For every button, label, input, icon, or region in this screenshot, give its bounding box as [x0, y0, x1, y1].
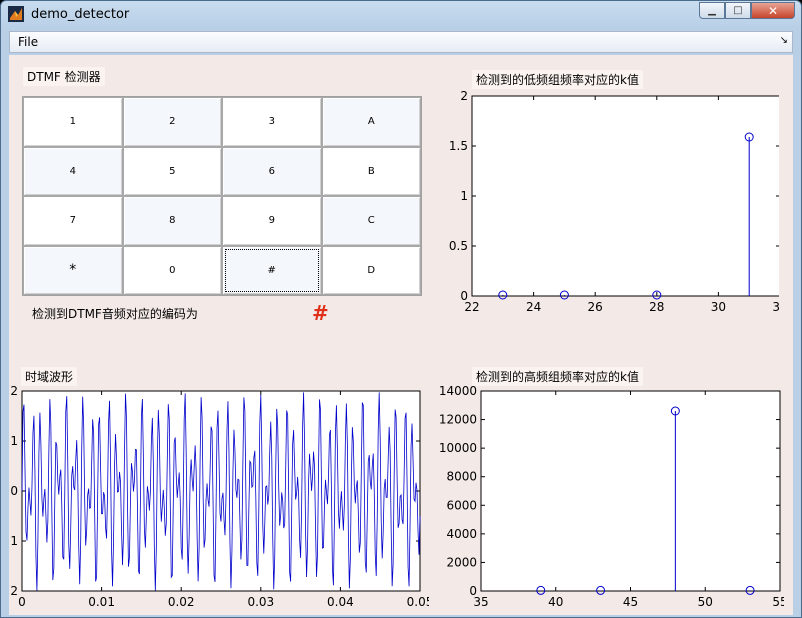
x-tick-label: 0.04: [327, 595, 354, 609]
key-B[interactable]: B: [321, 146, 421, 196]
title-bar[interactable]: demo_detector ▁ □ ✕: [1, 1, 801, 29]
detected-code: #: [312, 301, 329, 325]
dtmf-panel-title: DTMF 检测器: [23, 67, 105, 86]
menu-bar: File ↘: [9, 31, 793, 53]
y-tick-label: 2: [10, 385, 18, 398]
waveform-title: 时域波形: [21, 367, 78, 386]
menu-file[interactable]: File: [18, 35, 38, 49]
y-tick-label: 0: [469, 584, 477, 598]
matlab-icon: [8, 6, 24, 22]
y-tick-label: 0: [10, 484, 18, 498]
low-plot-title: 检测到的低频组频率对应的k值: [472, 70, 643, 89]
high-plot-title: 检测到的高频组频率对应的k值: [472, 367, 643, 386]
y-tick-label: 10000: [439, 441, 477, 455]
close-button[interactable]: ✕: [751, 2, 795, 19]
figure-area: DTMF 检测器 1 2 3 A 4 5 6 B 7 8 9 C * 0 # D 检测到DTMF音频对应的编码…: [9, 55, 793, 615]
x-tick-label: 45: [623, 595, 638, 609]
low-k-chart: 22242628303200.511.52: [449, 89, 779, 314]
y-tick-label: 6000: [446, 498, 477, 512]
plot-area: [471, 95, 779, 297]
x-tick-label: 26: [588, 300, 603, 314]
y-tick-label: 1: [10, 534, 18, 548]
key-8[interactable]: 8: [122, 196, 222, 246]
y-tick-label: 2: [10, 584, 18, 598]
x-tick-label: 0: [18, 595, 26, 609]
x-tick-label: 50: [698, 595, 713, 609]
key-1[interactable]: 1: [23, 97, 123, 147]
y-tick-label: 1: [10, 434, 18, 448]
key-hash[interactable]: #: [222, 245, 322, 295]
high-k-chart: 3540455055020004000600080001000012000140…: [439, 385, 784, 609]
y-tick-label: 1.5: [449, 139, 468, 153]
key-2[interactable]: 2: [122, 97, 222, 147]
key-0[interactable]: 0: [122, 245, 222, 295]
y-tick-label: 8000: [446, 470, 477, 484]
key-5[interactable]: 5: [122, 146, 222, 196]
x-tick-label: 0.02: [168, 595, 195, 609]
window-title: demo_detector: [31, 7, 130, 22]
y-tick-label: 2000: [446, 555, 477, 569]
x-tick-label: 55: [772, 595, 784, 609]
toolbar-toggle-icon[interactable]: ↘: [780, 35, 788, 46]
code-label: 检测到DTMF音频对应的编码为: [32, 307, 198, 321]
key-C[interactable]: C: [321, 196, 421, 246]
x-tick-label: 28: [649, 300, 664, 314]
key-A[interactable]: A: [321, 97, 421, 147]
key-3[interactable]: 3: [222, 97, 322, 147]
waveform-chart: 00.010.020.030.040.0521012: [10, 385, 429, 609]
x-tick-label: 32: [772, 300, 779, 314]
plot-area: [21, 390, 421, 592]
key-D[interactable]: D: [321, 245, 421, 295]
y-tick-label: 4000: [446, 527, 477, 541]
x-tick-label: 40: [548, 595, 563, 609]
x-tick-label: 0.01: [88, 595, 115, 609]
y-tick-label: 1: [460, 189, 468, 203]
key-7[interactable]: 7: [23, 196, 123, 246]
y-tick-label: 0: [460, 289, 468, 303]
y-tick-label: 2: [460, 89, 468, 103]
x-tick-label: 30: [711, 300, 726, 314]
y-tick-label: 0.5: [449, 239, 468, 253]
y-tick-label: 14000: [439, 385, 477, 398]
y-tick-label: 12000: [439, 413, 477, 427]
key-9[interactable]: 9: [222, 196, 322, 246]
x-tick-label: 0.03: [247, 595, 274, 609]
key-4[interactable]: 4: [23, 146, 123, 196]
x-tick-label: 24: [526, 300, 541, 314]
window-controls: ▁ □ ✕: [699, 2, 795, 20]
app-window: demo_detector ▁ □ ✕ File ↘ DTMF 检测器 123A…: [0, 0, 802, 618]
maximize-button[interactable]: □: [725, 2, 751, 19]
plot-area: [480, 390, 781, 592]
key-6[interactable]: 6: [222, 146, 322, 196]
minimize-button[interactable]: ▁: [699, 2, 725, 19]
key-star[interactable]: *: [23, 245, 123, 295]
dtmf-keypad: 1 2 3 A 4 5 6 B 7 8 9 C * 0 # D: [22, 96, 422, 296]
